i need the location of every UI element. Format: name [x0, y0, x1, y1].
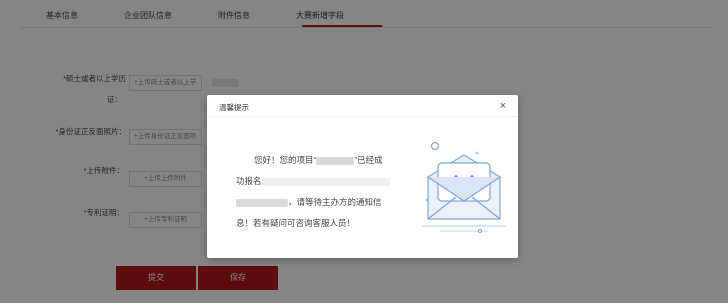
message-line2: 功报名 — [236, 176, 262, 186]
dialog-title: 温馨提示 — [219, 103, 249, 112]
redacted-name — [236, 198, 288, 207]
dialog-header: 温馨提示 × — [207, 95, 518, 117]
message-line4: 息！若有疑问可咨询客服人员！ — [236, 218, 356, 228]
notice-dialog: 温馨提示 × 您好！您的项目“ ”已经成 功报名 ，请等待主办方的通知信 息！若有… — [207, 95, 518, 258]
dialog-message: 您好！您的项目“ ”已经成 功报名 ，请等待主办方的通知信 息！若有疑问可咨询客服… — [236, 150, 408, 234]
close-icon[interactable]: × — [497, 100, 509, 112]
message-line3: ，请等待主办方的通知信 — [288, 197, 382, 207]
message-prefix: 您好！您的项目“ — [254, 155, 317, 165]
envelope-smile-icon — [418, 137, 510, 241]
redacted-info — [261, 177, 390, 186]
message-quote-close: ”已经成 — [354, 155, 383, 165]
redacted-project-name — [316, 156, 355, 165]
